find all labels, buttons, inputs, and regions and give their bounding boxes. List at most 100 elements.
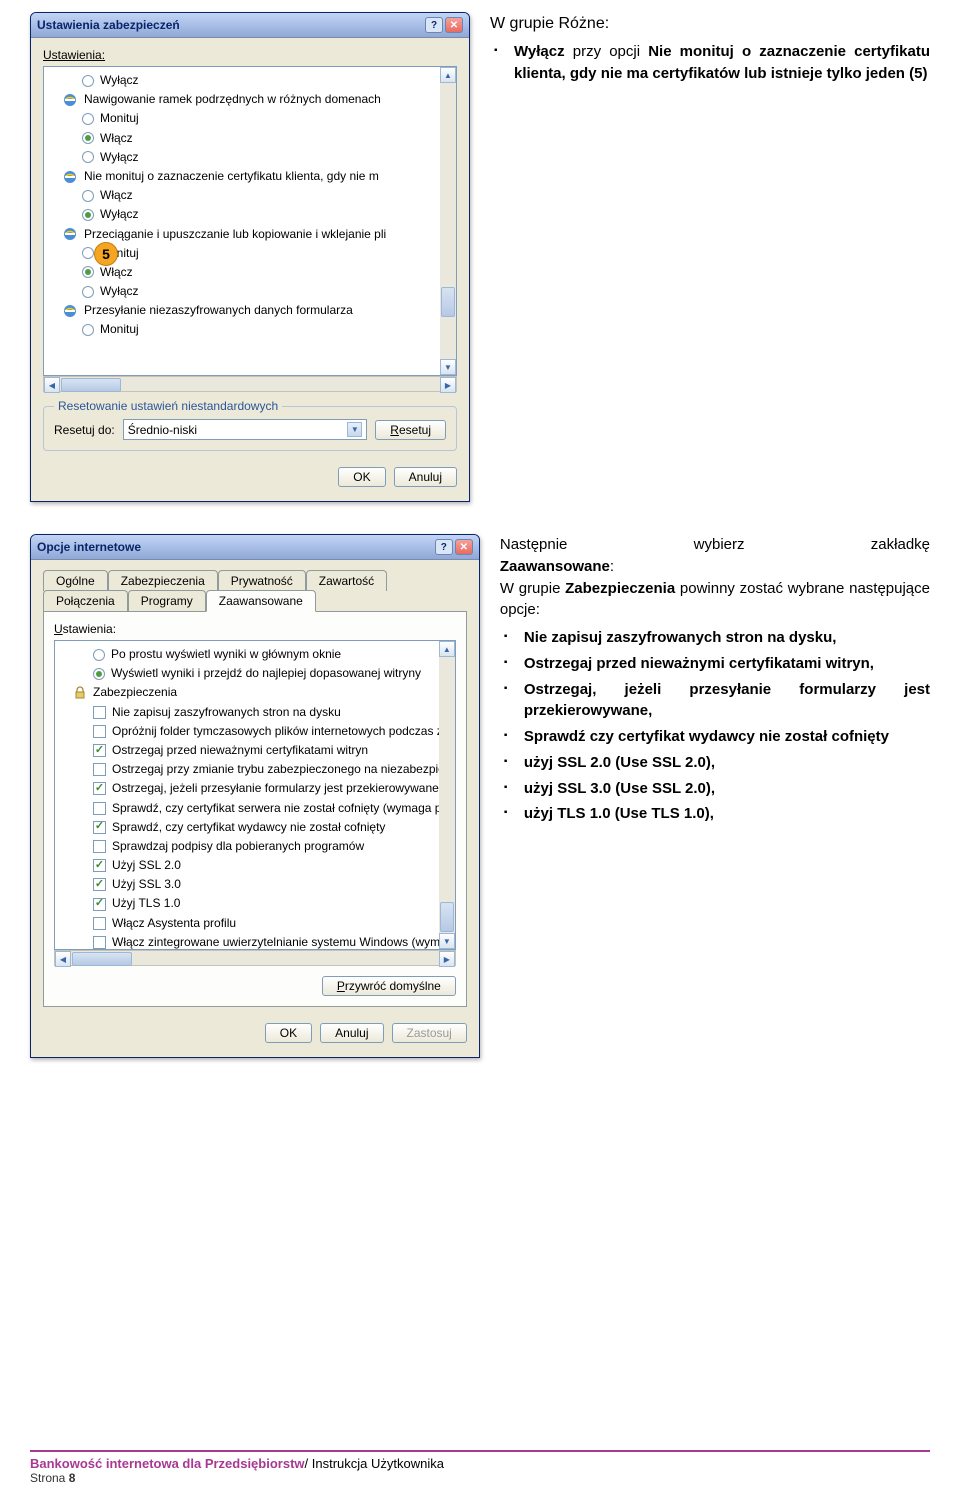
scroll-thumb[interactable] <box>440 902 454 932</box>
close-button[interactable]: ✕ <box>455 539 473 555</box>
radio-icon[interactable] <box>93 668 105 680</box>
tree-item[interactable]: Sprawdzaj podpisy dla pobieranych progra… <box>63 837 451 856</box>
tab-programy[interactable]: Programy <box>128 590 206 612</box>
tree-item-label: Przeciąganie i upuszczanie lub kopiowani… <box>84 225 386 244</box>
radio-icon[interactable] <box>82 266 94 278</box>
tree-item[interactable]: Użyj TLS 1.0 <box>63 894 451 913</box>
checkbox-icon[interactable] <box>93 725 106 738</box>
tree-item[interactable]: Użyj SSL 3.0 <box>63 875 451 894</box>
text-bold: Zabezpieczenia <box>565 580 675 597</box>
radio-icon[interactable] <box>82 209 94 221</box>
tree-item[interactable]: Włącz <box>52 129 452 148</box>
radio-icon[interactable] <box>82 247 94 259</box>
dialog-titlebar[interactable]: Opcje internetowe ? ✕ <box>31 535 479 560</box>
tree-item[interactable]: Sprawdź, czy certyfikat wydawcy nie zost… <box>63 818 451 837</box>
settings-tree[interactable]: WyłączNawigowanie ramek podrzędnych w ró… <box>43 66 457 376</box>
radio-icon[interactable] <box>82 113 94 125</box>
tree-item[interactable]: Ostrzegaj, jeżeli przesyłanie formularzy… <box>63 779 451 798</box>
tree-item[interactable]: Po prostu wyświetl wyniki w głównym okni… <box>63 645 451 664</box>
close-button[interactable]: ✕ <box>445 17 463 33</box>
tree-item[interactable]: Wyłącz <box>52 205 452 224</box>
scroll-thumb[interactable] <box>441 287 455 317</box>
apply-button[interactable]: Zastosuj <box>392 1023 467 1043</box>
tree-item[interactable]: Ostrzegaj przy zmianie trybu zabezpieczo… <box>63 760 451 779</box>
cancel-button[interactable]: Anuluj <box>320 1023 383 1043</box>
instruction-bullet: Ostrzegaj, jeżeli przesyłanie formularzy… <box>524 679 930 723</box>
tree-item-label: Nawigowanie ramek podrzędnych w różnych … <box>84 90 381 109</box>
tab-połączenia[interactable]: Połączenia <box>43 590 128 612</box>
tab-strip-row1: OgólneZabezpieczeniaPrywatnośćZawartość <box>43 570 467 591</box>
scroll-up-icon[interactable]: ▲ <box>439 641 455 657</box>
hscroll-thumb[interactable] <box>61 378 121 392</box>
checkbox-icon[interactable] <box>93 802 106 815</box>
radio-icon[interactable] <box>93 649 105 661</box>
scroll-right-icon[interactable]: ▶ <box>439 951 455 967</box>
checkbox-icon[interactable] <box>93 859 106 872</box>
reset-level-dropdown[interactable]: Średnio-niski ▼ <box>123 419 368 440</box>
advanced-settings-tree[interactable]: Po prostu wyświetl wyniki w głównym okni… <box>54 640 456 950</box>
radio-icon[interactable] <box>82 132 94 144</box>
settings-label: Ustawienia: <box>43 48 105 62</box>
tree-item[interactable]: Włącz <box>52 186 452 205</box>
tree-item[interactable]: Monituj <box>52 320 452 339</box>
tree-item[interactable]: Włącz <box>52 263 452 282</box>
checkbox-icon[interactable] <box>93 782 106 795</box>
checkbox-icon[interactable] <box>93 878 106 891</box>
hscroll-thumb[interactable] <box>72 952 132 966</box>
radio-icon[interactable] <box>82 324 94 336</box>
tree-item[interactable]: Ostrzegaj przed nieważnymi certyfikatami… <box>63 741 451 760</box>
ok-button[interactable]: OK <box>265 1023 312 1043</box>
vertical-scrollbar[interactable]: ▲ ▼ <box>439 641 455 949</box>
tab-zabezpieczenia[interactable]: Zabezpieczenia <box>108 570 218 591</box>
tree-item[interactable]: Wyświetl wyniki i przejdź do najlepiej d… <box>63 664 451 683</box>
scroll-down-icon[interactable]: ▼ <box>440 359 456 375</box>
help-button[interactable]: ? <box>425 17 443 33</box>
vertical-scrollbar[interactable]: ▲ ▼ <box>440 67 456 375</box>
scroll-left-icon[interactable]: ◀ <box>55 951 71 967</box>
radio-icon[interactable] <box>82 151 94 163</box>
tab-ogólne[interactable]: Ogólne <box>43 570 108 591</box>
restore-defaults-button[interactable]: Przywróć domyślne <box>322 976 456 996</box>
checkbox-icon[interactable] <box>93 744 106 757</box>
dialog-titlebar[interactable]: Ustawienia zabezpieczeń ? ✕ <box>31 13 469 38</box>
text: Następnie <box>500 534 568 556</box>
tree-item[interactable]: Wyłącz <box>52 148 452 167</box>
tree-item[interactable]: Użyj SSL 2.0 <box>63 856 451 875</box>
tree-item[interactable]: Włącz zintegrowane uwierzytelnianie syst… <box>63 933 451 950</box>
checkbox-icon[interactable] <box>93 917 106 930</box>
radio-icon[interactable] <box>82 75 94 87</box>
tree-item: Nie monituj o zaznaczenie certyfikatu kl… <box>52 167 452 186</box>
scroll-right-icon[interactable]: ▶ <box>440 377 456 393</box>
checkbox-icon[interactable] <box>93 936 106 949</box>
checkbox-icon[interactable] <box>93 763 106 776</box>
tab-zaawansowane[interactable]: Zaawansowane <box>206 590 316 612</box>
tree-item[interactable]: Opróżnij folder tymczasowych plików inte… <box>63 722 451 741</box>
horizontal-scrollbar[interactable]: ◀ ▶ <box>54 950 456 966</box>
checkbox-icon[interactable] <box>93 821 106 834</box>
tree-item[interactable]: Włącz Asystenta profilu <box>63 914 451 933</box>
tree-item[interactable]: Monituj <box>52 109 452 128</box>
help-button[interactable]: ? <box>435 539 453 555</box>
scroll-down-icon[interactable]: ▼ <box>439 933 455 949</box>
tree-item[interactable]: Nie zapisuj zaszyfrowanych stron na dysk… <box>63 703 451 722</box>
cancel-button[interactable]: Anuluj <box>394 467 457 487</box>
tab-prywatność[interactable]: Prywatność <box>218 570 306 591</box>
tree-item-label: Wyłącz <box>100 282 139 301</box>
checkbox-icon[interactable] <box>93 840 106 853</box>
checkbox-icon[interactable] <box>93 898 106 911</box>
tree-item[interactable]: Sprawdź, czy certyfikat serwera nie zost… <box>63 799 451 818</box>
ok-button[interactable]: OK <box>338 467 385 487</box>
radio-icon[interactable] <box>82 286 94 298</box>
horizontal-scrollbar[interactable]: ◀ ▶ <box>43 376 457 392</box>
radio-icon[interactable] <box>82 190 94 202</box>
scroll-left-icon[interactable]: ◀ <box>44 377 60 393</box>
tree-item-label: Włącz Asystenta profilu <box>112 914 236 933</box>
reset-button[interactable]: Resetuj <box>375 420 446 440</box>
tree-item[interactable]: Wyłącz <box>52 71 452 90</box>
reset-fieldset: Resetowanie ustawień niestandardowych Re… <box>43 406 457 451</box>
checkbox-icon[interactable] <box>93 706 106 719</box>
tab-zawartość[interactable]: Zawartość <box>306 570 387 591</box>
tree-item[interactable]: Wyłącz <box>52 282 452 301</box>
tree-item-label: Włącz zintegrowane uwierzytelnianie syst… <box>112 933 447 950</box>
scroll-up-icon[interactable]: ▲ <box>440 67 456 83</box>
